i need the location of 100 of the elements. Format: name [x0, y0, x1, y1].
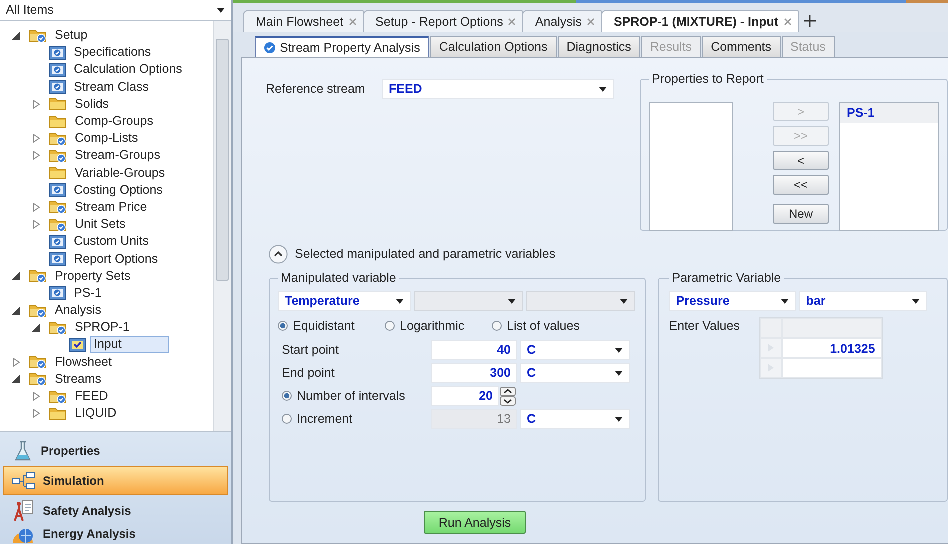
- form-tab[interactable]: Diagnostics: [558, 36, 640, 57]
- close-icon[interactable]: [348, 18, 357, 26]
- tree-item[interactable]: SPROP-1: [71, 319, 134, 336]
- unit-dropdown[interactable]: bar: [799, 291, 928, 311]
- expand-arrow-icon[interactable]: [32, 100, 40, 109]
- tree-item[interactable]: Property Sets: [51, 268, 135, 285]
- scrollbar[interactable]: [213, 21, 231, 431]
- folder-check-icon: [49, 320, 67, 335]
- caret-icon: [615, 416, 623, 422]
- list-item[interactable]: PS-1: [840, 103, 938, 123]
- unit-dropdown[interactable]: C: [520, 363, 630, 383]
- radio-button[interactable]: Number of intervals: [282, 389, 428, 403]
- document-tab[interactable]: Analysis: [522, 10, 602, 32]
- input-field[interactable]: 40: [431, 340, 517, 360]
- expand-arrow-icon[interactable]: [12, 358, 20, 367]
- table-cell[interactable]: 1.01325: [782, 338, 882, 358]
- caret-icon: [508, 298, 516, 304]
- tree-item[interactable]: Analysis: [51, 302, 106, 320]
- folder-check-icon: [29, 28, 47, 43]
- folder-check-icon: [49, 218, 67, 232]
- folder-check-icon: [29, 372, 47, 386]
- input-field[interactable]: 20: [431, 386, 499, 406]
- tree-item[interactable]: Report Options: [70, 250, 162, 268]
- close-icon[interactable]: [508, 18, 516, 26]
- collapse-arrow-icon[interactable]: [32, 324, 40, 332]
- radio-button[interactable]: List of values: [492, 319, 580, 333]
- close-icon[interactable]: [586, 18, 595, 26]
- tree-item[interactable]: Unit Sets: [71, 216, 130, 234]
- run-button[interactable]: Run Analysis: [424, 511, 526, 534]
- nav-button[interactable]: Properties: [3, 436, 228, 465]
- folder-icon: [49, 114, 67, 129]
- list-button[interactable]: New: [773, 204, 829, 224]
- caret-icon: [615, 348, 623, 352]
- spinner-icon[interactable]: [500, 386, 516, 406]
- group-title: Manipulated variable: [280, 271, 398, 285]
- caret-icon: [396, 298, 404, 304]
- list-button[interactable]: <: [773, 150, 829, 170]
- collapse-icon[interactable]: [269, 244, 288, 264]
- document-tab[interactable]: SPROP-1 (MIXTURE) - Input: [600, 10, 799, 32]
- tree-item[interactable]: LIQUID: [71, 405, 121, 422]
- folder-check-icon: [29, 269, 47, 284]
- tree-item[interactable]: Solids: [71, 96, 114, 113]
- tree-item[interactable]: Flowsheet: [51, 354, 116, 371]
- collapse-arrow-icon[interactable]: [12, 375, 20, 384]
- form-tab[interactable]: Calculation Options: [430, 36, 557, 57]
- expand-arrow-icon[interactable]: [32, 151, 40, 160]
- field-label: Reference stream: [266, 81, 366, 96]
- tree-item[interactable]: Stream Class: [70, 78, 154, 96]
- expand-arrow-icon[interactable]: [32, 134, 40, 144]
- expand-arrow-icon[interactable]: [32, 392, 40, 402]
- form-icon: [49, 286, 66, 300]
- unit-dropdown[interactable]: C: [520, 340, 630, 360]
- filter-dropdown[interactable]: All Items: [0, 0, 231, 21]
- expand-arrow-icon[interactable]: [32, 220, 40, 230]
- tree-item[interactable]: Comp-Groups: [71, 113, 158, 130]
- field-label: Start point: [282, 343, 340, 357]
- unit-dropdown[interactable]: C: [520, 409, 630, 429]
- collapse-arrow-icon[interactable]: [12, 306, 20, 315]
- list-button[interactable]: <<: [773, 175, 829, 195]
- tree-item[interactable]: Streams: [51, 370, 106, 388]
- tree-item[interactable]: Costing Options: [70, 182, 167, 199]
- input-field[interactable]: 300: [431, 363, 517, 383]
- collapse-arrow-icon[interactable]: [12, 32, 20, 40]
- form-icon: [49, 252, 66, 266]
- stream-dropdown[interactable]: FEED: [382, 79, 614, 99]
- input-field[interactable]: 13: [431, 409, 517, 429]
- tree-item[interactable]: Comp-Lists: [71, 130, 142, 148]
- close-icon[interactable]: [784, 18, 792, 26]
- collapse-arrow-icon[interactable]: [12, 272, 20, 280]
- plus-icon[interactable]: [804, 14, 816, 26]
- tree-item[interactable]: FEED: [71, 388, 112, 406]
- nav-button[interactable]: Energy Analysis: [3, 526, 228, 543]
- variable-dropdown[interactable]: Temperature: [278, 291, 411, 311]
- tree-item[interactable]: Custom Units: [70, 233, 154, 250]
- radio-button[interactable]: Equidistant: [278, 319, 385, 333]
- expand-arrow-icon[interactable]: [32, 409, 40, 418]
- tree-item[interactable]: Variable-Groups: [71, 164, 170, 182]
- radio-button[interactable]: Logarithmic: [385, 319, 492, 333]
- flask-icon: [12, 440, 34, 462]
- tree-item[interactable]: Specifications: [70, 44, 156, 62]
- radio-button[interactable]: Increment: [282, 412, 428, 426]
- tree-item[interactable]: Stream Price: [71, 198, 152, 216]
- tree-item[interactable]: Calculation Options: [70, 61, 186, 78]
- document-tab[interactable]: Main Flowsheet: [243, 10, 364, 32]
- tree-item[interactable]: PS-1: [70, 284, 106, 302]
- expand-arrow-icon[interactable]: [32, 202, 40, 212]
- form-tab[interactable]: Comments: [702, 36, 780, 57]
- tower-document-icon: [12, 500, 36, 522]
- list-box[interactable]: PS-1: [839, 102, 939, 231]
- tree-item[interactable]: Stream-Groups: [71, 147, 164, 164]
- table-cell[interactable]: [782, 358, 882, 378]
- nav-button[interactable]: Simulation: [3, 466, 228, 495]
- tree-item[interactable]: Setup: [51, 27, 92, 44]
- nav-button[interactable]: Safety Analysis: [3, 496, 228, 525]
- list-box[interactable]: [649, 102, 733, 231]
- document-tab[interactable]: Setup - Report Options: [362, 10, 524, 32]
- variable-dropdown[interactable]: Pressure: [669, 291, 796, 311]
- tree-item[interactable]: Input: [90, 336, 169, 354]
- folder-check-icon: [49, 390, 67, 404]
- form-tab[interactable]: Stream Property Analysis: [255, 36, 430, 58]
